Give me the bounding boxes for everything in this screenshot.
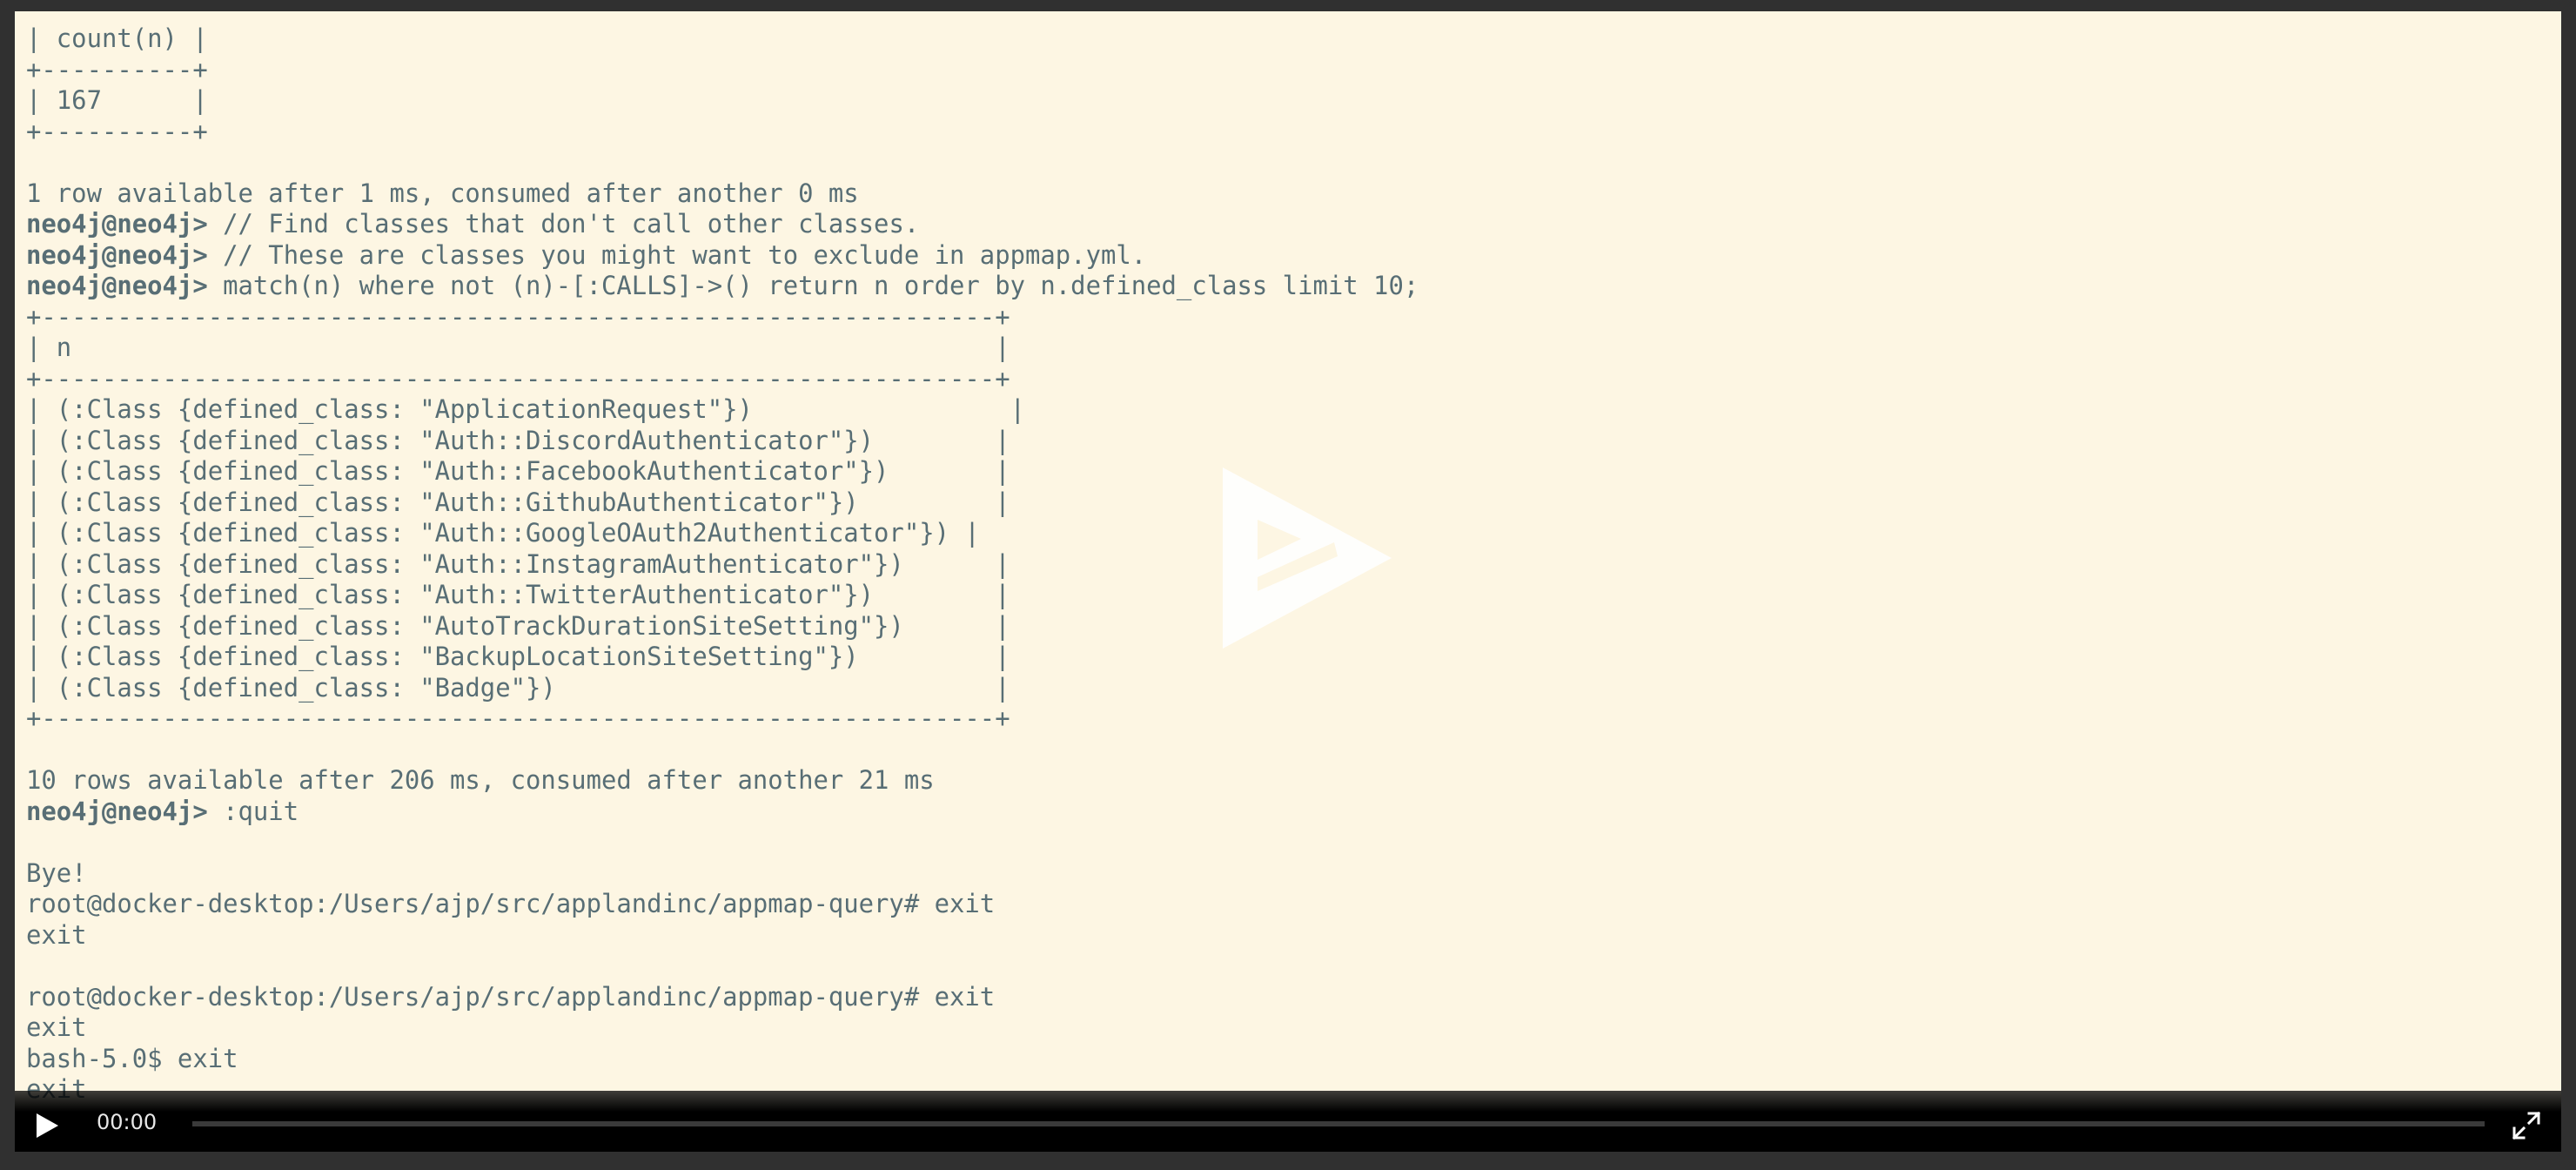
terminal-line: root@docker-desktop:/Users/ajp/src/appla… [26, 889, 1419, 920]
terminal-line: neo4j@neo4j> match(n) where not (n)-[:CA… [26, 271, 1419, 302]
terminal-line-text: +---------------------------------------… [26, 363, 1010, 393]
terminal-line-text: | 167 | [26, 85, 208, 115]
terminal-line-text: 10 rows available after 206 ms, consumed… [26, 765, 935, 795]
terminal-line: neo4j@neo4j> // Find classes that don't … [26, 209, 1419, 240]
progress-bar[interactable] [192, 1121, 2485, 1126]
terminal-line-text: +----------+ [26, 54, 208, 84]
terminal-line: | count(n) | [26, 24, 1419, 55]
terminal-line: 1 row available after 1 ms, consumed aft… [26, 178, 1419, 210]
terminal-line-text: | (:Class {defined_class: "Auth::Discord… [26, 425, 1010, 455]
terminal-line-text: 1 row available after 1 ms, consumed aft… [26, 178, 859, 208]
terminal-line-text: | (:Class {defined_class: "Auth::Twitter… [26, 580, 1010, 609]
terminal-line: | (:Class {defined_class: "Badge"}) | [26, 673, 1419, 704]
terminal-line: root@docker-desktop:/Users/ajp/src/appla… [26, 982, 1419, 1013]
terminal-line-text: | (:Class {defined_class: "Auth::GoogleO… [26, 518, 980, 548]
terminal-line: Bye! [26, 858, 1419, 890]
terminal-line: exit [26, 920, 1419, 951]
time-display: 00:00 [97, 1110, 158, 1134]
control-bar: 00:00 [15, 1091, 2561, 1152]
terminal-line: | (:Class {defined_class: "Auth::Discord… [26, 426, 1419, 457]
terminal-line: +---------------------------------------… [26, 364, 1419, 395]
terminal-line-text: | (:Class {defined_class: "ApplicationRe… [26, 394, 1025, 424]
shell-prompt: neo4j@neo4j> [26, 271, 208, 300]
terminal-line-text: root@docker-desktop:/Users/ajp/src/appla… [26, 889, 996, 918]
terminal-line-text: +---------------------------------------… [26, 301, 1010, 332]
terminal-line: | (:Class {defined_class: "ApplicationRe… [26, 394, 1419, 426]
terminal-line-text: +---------------------------------------… [26, 703, 1010, 733]
terminal-line-text: :quit [207, 796, 299, 826]
terminal-line: +----------+ [26, 117, 1419, 148]
terminal-line-text: exit [26, 1012, 87, 1042]
terminal-line: 10 rows available after 206 ms, consumed… [26, 765, 1419, 797]
terminal-line: bash-5.0$ exit [26, 1044, 1419, 1075]
terminal-line-text: // These are classes you might want to e… [207, 239, 1147, 270]
terminal-line-text: | (:Class {defined_class: "Auth::Faceboo… [26, 456, 1010, 486]
terminal-line-text: | (:Class {defined_class: "AutoTrackDura… [26, 610, 1010, 641]
terminal-line: | 167 | [26, 85, 1419, 117]
terminal-line: neo4j@neo4j> :quit [26, 797, 1419, 828]
terminal-line: +---------------------------------------… [26, 703, 1419, 735]
terminal-line-text: | count(n) | [26, 24, 208, 53]
terminal-line: exit [26, 1012, 1419, 1044]
terminal-line-text: +----------+ [26, 116, 208, 146]
big-play-logo-icon[interactable] [1207, 455, 1399, 656]
terminal-line-text: Bye! [26, 857, 87, 888]
shell-prompt: neo4j@neo4j> [26, 209, 208, 239]
terminal-line: | n | [26, 333, 1419, 364]
terminal-line: neo4j@neo4j> // These are classes you mi… [26, 240, 1419, 272]
fullscreen-icon[interactable] [2511, 1110, 2542, 1141]
terminal-line-text: match(n) where not (n)-[:CALLS]->() retu… [207, 271, 1419, 300]
video-player[interactable]: | count(n) | +----------+ | 167 | +--------… [15, 11, 2561, 1152]
terminal-line-text: bash-5.0$ exit [26, 1043, 238, 1073]
shell-prompt: neo4j@neo4j> [26, 239, 208, 270]
terminal-line-text: | (:Class {defined_class: "Badge"}) | [26, 672, 1010, 703]
terminal-line-text: | n | [26, 333, 1010, 362]
terminal-line: +----------+ [26, 55, 1419, 86]
terminal-line-text: | (:Class {defined_class: "BackupLocatio… [26, 642, 1010, 671]
terminal-line-text: exit [26, 919, 87, 950]
shell-prompt: neo4j@neo4j> [26, 796, 208, 826]
terminal-line: +---------------------------------------… [26, 302, 1419, 333]
terminal-line-text: | (:Class {defined_class: "Auth::Instagr… [26, 548, 1010, 579]
terminal-line-text: root@docker-desktop:/Users/ajp/src/appla… [26, 981, 996, 1012]
play-icon[interactable] [30, 1110, 62, 1141]
terminal-line-text: | (:Class {defined_class: "Auth::GithubA… [26, 487, 1010, 517]
terminal-line-text: // Find classes that don't call other cl… [207, 209, 920, 239]
